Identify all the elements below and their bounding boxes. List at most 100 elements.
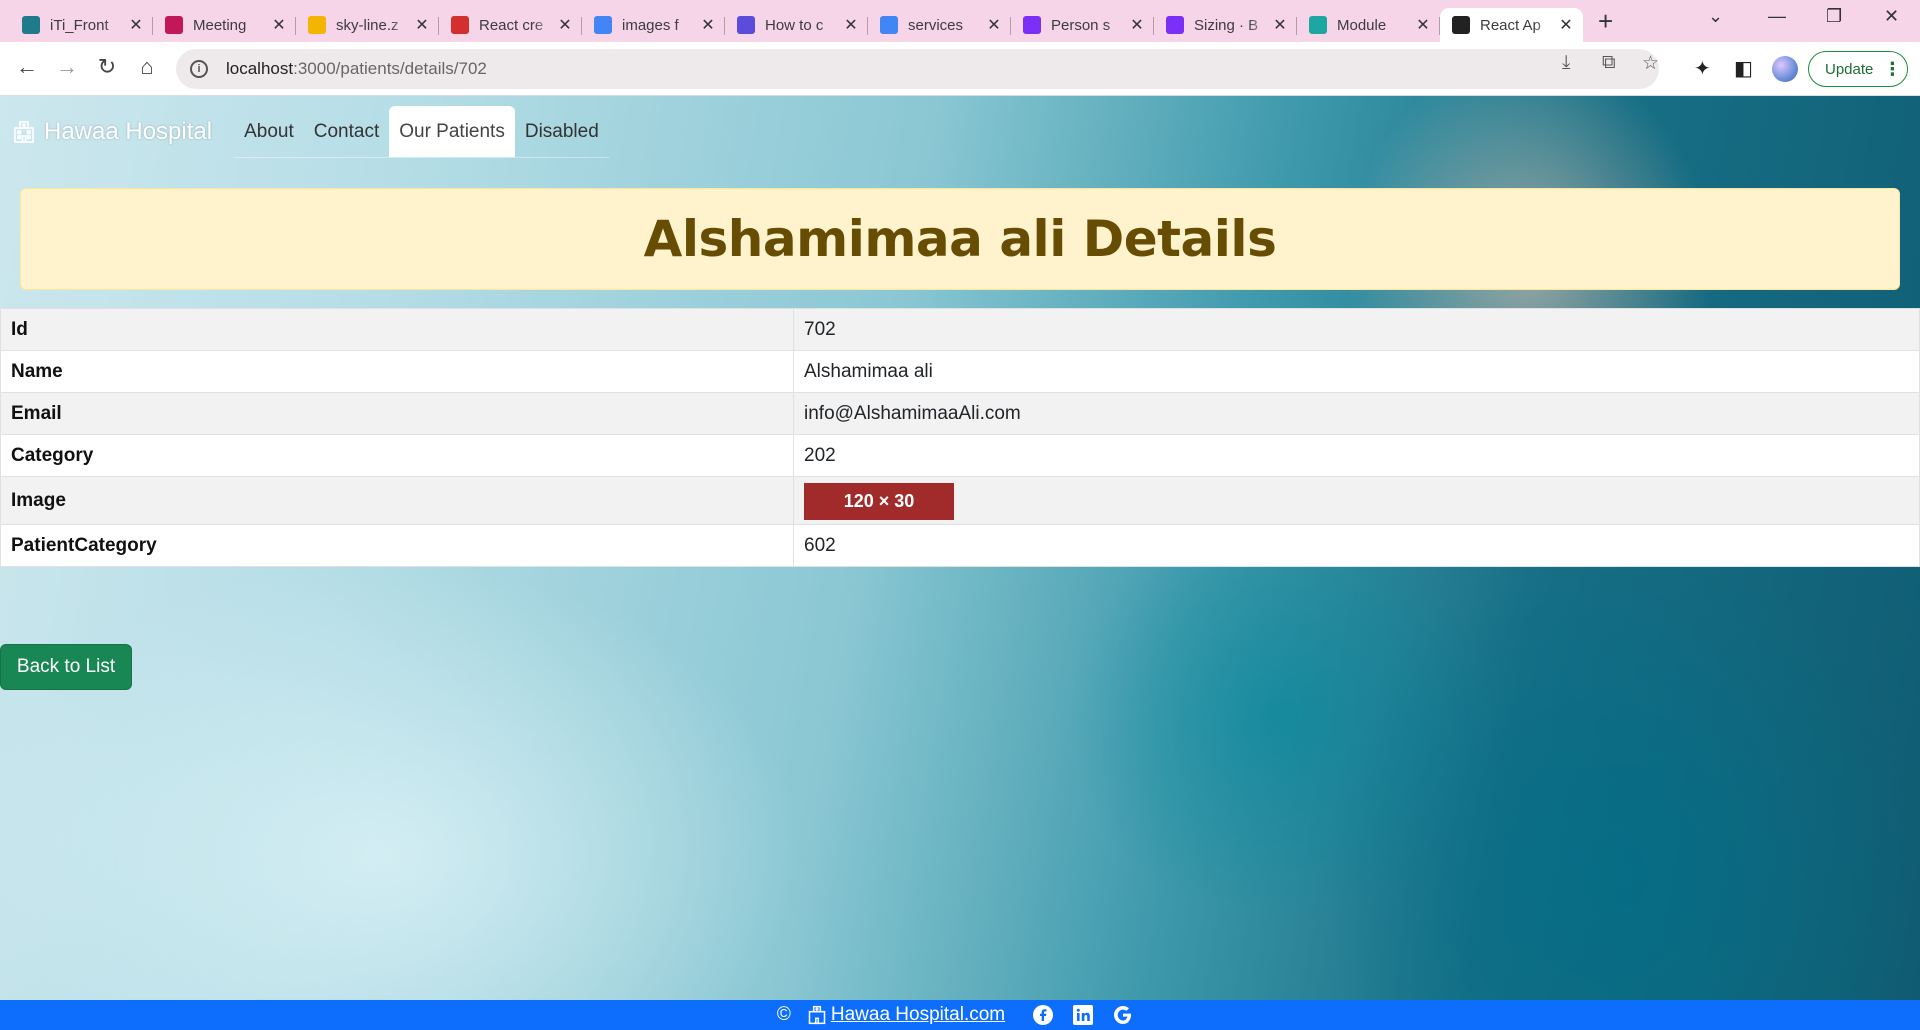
browser-tab[interactable]: React cre ✕ bbox=[439, 8, 582, 42]
nav-link-our-patients[interactable]: Our Patients bbox=[389, 106, 515, 157]
browser-tab[interactable]: Meeting ✕ bbox=[153, 8, 296, 42]
footer-link-text: Hawaa Hospital.com bbox=[830, 1004, 1006, 1025]
nav-link-contact[interactable]: Contact bbox=[304, 106, 389, 157]
table-row: Image 120 × 30 bbox=[0, 476, 1920, 525]
react-icon bbox=[1452, 16, 1470, 34]
detail-key: PatientCategory bbox=[0, 524, 794, 567]
browser-tab[interactable]: Person s ✕ bbox=[1011, 8, 1154, 42]
back-to-list-button[interactable]: Back to List bbox=[0, 644, 132, 690]
tab-title: iTi_Front bbox=[50, 16, 109, 34]
table-row: PatientCategory 602 bbox=[0, 524, 1920, 567]
detail-key: Name bbox=[0, 350, 794, 393]
detail-key: Category bbox=[0, 434, 794, 477]
reload-icon[interactable]: ↻ bbox=[92, 54, 122, 80]
tab-title: Sizing · B bbox=[1194, 16, 1259, 34]
forward-arrow-icon[interactable]: → bbox=[52, 54, 82, 80]
address-bar[interactable]: i localhost:3000/patients/details/702 bbox=[176, 49, 1659, 89]
browser-toolbar: ← → ↻ ⌂ i localhost:3000/patients/detail… bbox=[0, 42, 1920, 96]
tab-title: React cre bbox=[479, 16, 544, 34]
close-tab-icon[interactable]: ✕ bbox=[1271, 15, 1289, 35]
tab-title: sky-line.z bbox=[336, 16, 399, 34]
minimize-icon[interactable]: — bbox=[1768, 6, 1786, 27]
hospital-icon bbox=[14, 121, 34, 143]
extensions-puzzle-icon[interactable]: ✦ bbox=[1694, 56, 1711, 81]
facebook-icon[interactable] bbox=[1032, 1004, 1054, 1026]
back-arrow-icon[interactable]: ← bbox=[12, 54, 42, 80]
bootstrap-icon bbox=[1023, 16, 1041, 34]
detail-key: Email bbox=[0, 392, 794, 435]
close-tab-icon[interactable]: ✕ bbox=[270, 15, 288, 35]
google-icon[interactable] bbox=[1112, 1004, 1134, 1026]
sharepoint-icon bbox=[22, 16, 40, 34]
browser-tab[interactable]: images f ✕ bbox=[582, 8, 725, 42]
detail-value: 120 × 30 bbox=[793, 476, 1920, 525]
browser-tab[interactable]: sky-line.z ✕ bbox=[296, 8, 439, 42]
tab-title: How to c bbox=[765, 16, 824, 34]
browser-tab[interactable]: How to c ✕ bbox=[725, 8, 868, 42]
page-background: Hawaa Hospital About Contact Our Patients D… bbox=[0, 96, 1920, 1030]
navbar-brand[interactable]: Hawaa Hospital bbox=[12, 118, 212, 146]
menu-dots-icon: ⋮ bbox=[1883, 58, 1902, 79]
terminal-icon bbox=[737, 16, 755, 34]
close-tab-icon[interactable]: ✕ bbox=[413, 15, 431, 35]
table-row: Name Alshamimaa ali bbox=[0, 350, 1920, 393]
close-tab-icon[interactable]: ✕ bbox=[1414, 15, 1432, 35]
browser-tab[interactable]: iTi_Front ✕ bbox=[10, 8, 153, 42]
browser-tab[interactable]: Sizing · B ✕ bbox=[1154, 8, 1297, 42]
google-icon bbox=[880, 16, 898, 34]
close-window-icon[interactable]: ✕ bbox=[1884, 6, 1899, 27]
browser-tab[interactable]: React Ap ✕ bbox=[1440, 8, 1583, 42]
linkedin-icon[interactable] bbox=[1072, 1004, 1094, 1026]
tab-title: Meeting bbox=[193, 16, 247, 34]
tab-title: React Ap bbox=[1480, 16, 1541, 34]
new-tab-button[interactable]: + bbox=[1598, 8, 1613, 34]
side-panel-icon[interactable]: ◧ bbox=[1734, 56, 1753, 81]
google-icon bbox=[594, 16, 612, 34]
footer-home-link[interactable]: Hawaa Hospital.com bbox=[807, 1004, 1005, 1026]
details-table: Id 702 Name Alshamimaa ali Email info@Alshami… bbox=[0, 308, 1920, 567]
install-icon[interactable]: ⤓ bbox=[1562, 52, 1570, 74]
browser-tab[interactable]: services ✕ bbox=[868, 8, 1011, 42]
close-tab-icon[interactable]: ✕ bbox=[127, 15, 145, 35]
tab-search-icon[interactable]: ⌄ bbox=[1708, 6, 1723, 27]
restore-icon[interactable]: ❐ bbox=[1826, 6, 1842, 27]
tab-title: services bbox=[908, 16, 964, 34]
share-icon[interactable]: ⧉ bbox=[1602, 52, 1616, 74]
close-tab-icon[interactable]: ✕ bbox=[842, 15, 860, 35]
detail-value: info@AlshamimaaAli.com bbox=[793, 392, 1920, 435]
query-icon bbox=[1309, 16, 1327, 34]
home-icon[interactable]: ⌂ bbox=[132, 54, 162, 80]
bootstrap-icon bbox=[1166, 16, 1184, 34]
brand-name: Hawaa Hospital bbox=[44, 118, 213, 145]
nav-link-disabled[interactable]: Disabled bbox=[515, 106, 609, 157]
update-label: Update bbox=[1825, 60, 1874, 78]
profile-avatar[interactable] bbox=[1772, 56, 1798, 82]
site-info-icon[interactable]: i bbox=[190, 60, 208, 78]
hospital-icon bbox=[808, 1005, 826, 1025]
patient-image-placeholder: 120 × 30 bbox=[804, 483, 954, 520]
update-button[interactable]: Update ⋮ bbox=[1808, 51, 1908, 87]
detail-value: 202 bbox=[793, 434, 1920, 477]
url-text: localhost:3000/patients/details/702 bbox=[226, 59, 487, 78]
tab-title: Person s bbox=[1051, 16, 1111, 34]
close-tab-icon[interactable]: ✕ bbox=[1557, 15, 1575, 35]
vercel-icon bbox=[451, 16, 469, 34]
site-footer: © Hawaa Hospital.com bbox=[0, 1000, 1920, 1030]
table-row: Category 202 bbox=[0, 434, 1920, 477]
close-tab-icon[interactable]: ✕ bbox=[556, 15, 574, 35]
detail-value: 602 bbox=[793, 524, 1920, 567]
detail-value: Alshamimaa ali bbox=[793, 350, 1920, 393]
play-icon bbox=[165, 16, 183, 34]
close-tab-icon[interactable]: ✕ bbox=[1128, 15, 1146, 35]
nav-link-about[interactable]: About bbox=[234, 106, 304, 157]
close-tab-icon[interactable]: ✕ bbox=[985, 15, 1003, 35]
bookmark-star-icon[interactable]: ☆ bbox=[1642, 52, 1659, 75]
page-title: Alshamimaa ali Details bbox=[643, 210, 1277, 268]
detail-value: 702 bbox=[793, 308, 1920, 351]
copyright-symbol: © bbox=[776, 1004, 791, 1025]
browser-tab[interactable]: Module ✕ bbox=[1297, 8, 1440, 42]
tab-title: images f bbox=[622, 16, 679, 34]
detail-key: Id bbox=[0, 308, 794, 351]
details-heading-alert: Alshamimaa ali Details bbox=[20, 188, 1900, 290]
close-tab-icon[interactable]: ✕ bbox=[699, 15, 717, 35]
